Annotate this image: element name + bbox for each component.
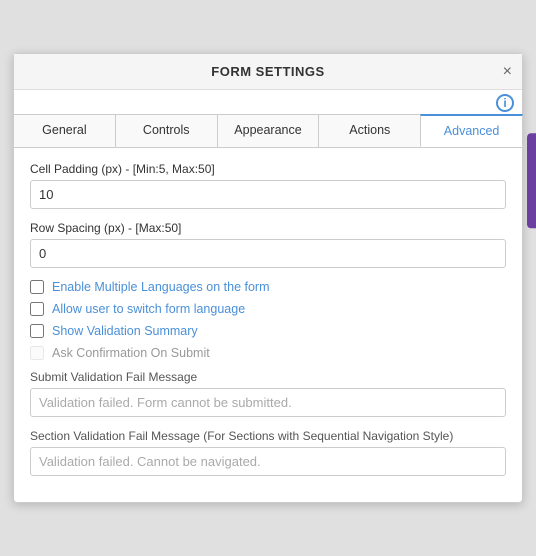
dialog-header: FORM SETTINGS × [14,54,522,90]
submit-fail-input[interactable] [30,388,506,417]
close-button[interactable]: × [503,64,512,80]
switch-lang-label[interactable]: Allow user to switch form language [52,302,245,316]
dialog-title: FORM SETTINGS [211,64,324,79]
multi-lang-checkbox[interactable] [30,280,44,294]
section-fail-label: Section Validation Fail Message (For Sec… [30,429,506,443]
info-row: i [14,90,522,114]
validation-summary-group: Show Validation Summary [30,324,506,338]
ask-confirm-checkbox [30,346,44,360]
row-spacing-label: Row Spacing (px) - [Max:50] [30,221,506,235]
tab-actions[interactable]: Actions [318,114,421,147]
cell-padding-label: Cell Padding (px) - [Min:5, Max:50] [30,162,506,176]
cell-padding-input[interactable] [30,180,506,209]
cell-padding-group: Cell Padding (px) - [Min:5, Max:50] [30,162,506,209]
app-data-tab[interactable]: ❮ App Data [527,133,536,228]
info-icon[interactable]: i [496,94,514,112]
submit-fail-label: Submit Validation Fail Message [30,370,506,384]
ask-confirm-label: Ask Confirmation On Submit [52,346,210,360]
tab-appearance[interactable]: Appearance [217,114,320,147]
multi-lang-label[interactable]: Enable Multiple Languages on the form [52,280,270,294]
section-fail-input[interactable] [30,447,506,476]
switch-lang-checkbox[interactable] [30,302,44,316]
tabs-bar: General Controls Appearance Actions Adva… [14,114,522,148]
multi-lang-group: Enable Multiple Languages on the form [30,280,506,294]
tab-general[interactable]: General [14,114,116,147]
validation-summary-checkbox[interactable] [30,324,44,338]
ask-confirm-group: Ask Confirmation On Submit [30,346,506,360]
section-fail-group: Section Validation Fail Message (For Sec… [30,429,506,476]
submit-fail-group: Submit Validation Fail Message [30,370,506,417]
content-area: Cell Padding (px) - [Min:5, Max:50] Row … [14,148,522,502]
tab-advanced[interactable]: Advanced [420,114,523,147]
row-spacing-group: Row Spacing (px) - [Max:50] [30,221,506,268]
validation-summary-label[interactable]: Show Validation Summary [52,324,198,338]
tab-controls[interactable]: Controls [115,114,218,147]
switch-lang-group: Allow user to switch form language [30,302,506,316]
row-spacing-input[interactable] [30,239,506,268]
